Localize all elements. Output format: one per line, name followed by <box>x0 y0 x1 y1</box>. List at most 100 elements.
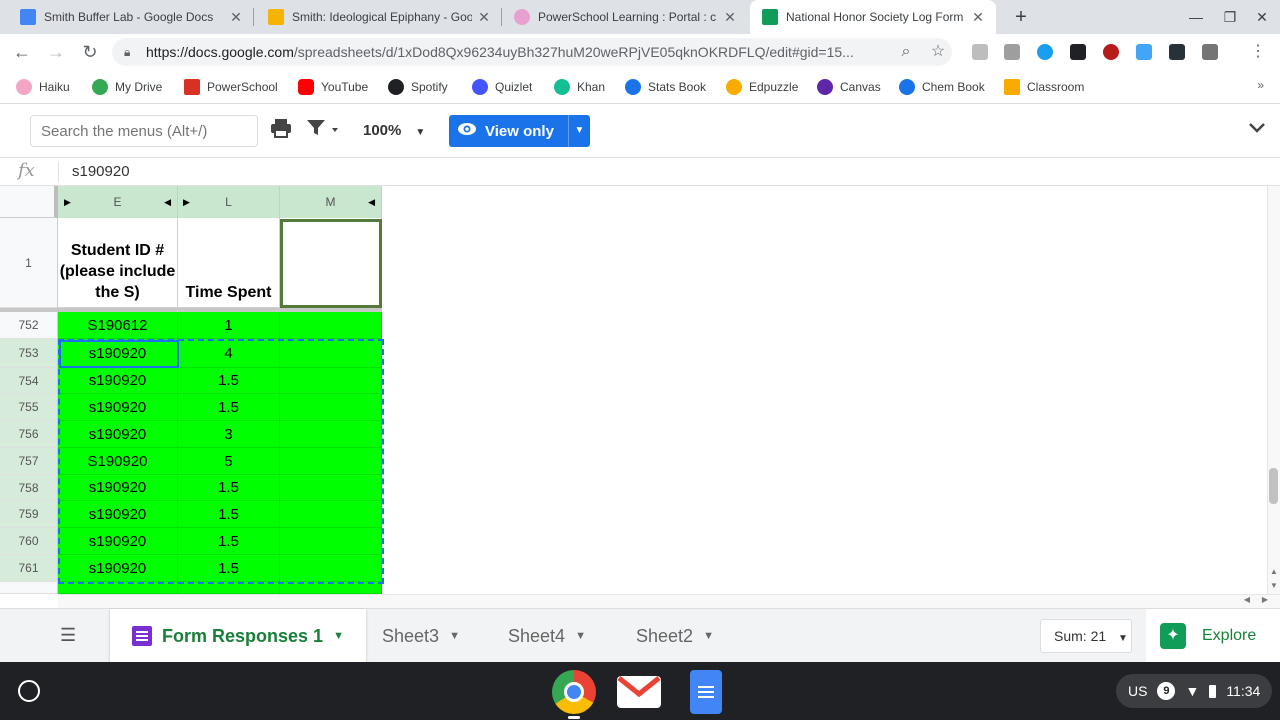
fx-icon: fx <box>18 160 35 181</box>
spreadsheet-grid[interactable]: ▶ E ◀ ▶ L M ◀ 1 Student ID # (please inc… <box>0 186 1267 594</box>
sum-indicator[interactable]: Sum: 21 ▼ <box>1040 619 1132 653</box>
close-icon[interactable]: ✕ <box>722 9 738 26</box>
sheet-tab-sheet4[interactable]: Sheet4 ▼ <box>486 609 608 663</box>
row-header-752[interactable]: 752 <box>0 312 58 339</box>
minimize-icon[interactable]: — <box>1180 0 1212 34</box>
row-header-757[interactable]: 757 <box>0 448 58 475</box>
close-icon[interactable]: ✕ <box>228 9 244 26</box>
print-icon[interactable] <box>270 118 292 144</box>
google-docs-icon[interactable] <box>690 670 722 714</box>
extension-icon[interactable] <box>972 44 988 60</box>
copy-range-marquee <box>58 339 384 584</box>
chevron-down-icon[interactable]: ▼ <box>575 630 586 642</box>
bookmark-haiku[interactable]: Haiku <box>16 78 70 96</box>
bookmark-powerschool[interactable]: PowerSchool <box>184 78 278 96</box>
address-bar[interactable]: 🔒︎ https://docs.google.com /spreadsheets… <box>112 38 952 66</box>
browser-tab-powerschool[interactable]: PowerSchool Learning : Portal : c ✕ <box>502 0 748 34</box>
sheet-tab-form-responses-1[interactable]: Form Responses 1 ▼ <box>110 609 366 663</box>
drive-icon <box>92 79 108 95</box>
bookmark-canvas[interactable]: Canvas <box>817 78 881 96</box>
time-spent-cell[interactable]: 1 <box>178 312 280 339</box>
horizontal-scrollbar[interactable]: ◀ ▶ <box>58 594 1280 608</box>
student-id-cell[interactable]: S190612 <box>58 312 178 339</box>
close-icon[interactable]: ✕ <box>476 9 492 26</box>
sheet-tab-sheet2[interactable]: Sheet2 ▼ <box>614 609 736 663</box>
all-sheets-menu-icon[interactable]: ☰ <box>60 625 76 646</box>
lock-icon: 🔒︎ <box>124 44 131 59</box>
row-header-1[interactable]: 1 <box>0 218 58 308</box>
reload-icon[interactable]: ↻ <box>76 38 104 66</box>
bookmark-chem-book[interactable]: Chem Book <box>899 78 985 96</box>
browser-menu-icon[interactable]: ⋮ <box>1244 38 1272 66</box>
vertical-scrollbar[interactable]: ▲ ▼ <box>1267 186 1280 594</box>
empty-cell[interactable] <box>280 312 382 339</box>
row-header-partial[interactable] <box>0 582 58 594</box>
powerschool-favicon-icon <box>514 9 530 25</box>
chevron-down-icon[interactable]: ▼ <box>568 115 590 147</box>
row-header-755[interactable]: 755 <box>0 394 58 421</box>
close-window-icon[interactable]: ✕ <box>1246 0 1278 34</box>
bookmark-my-drive[interactable]: My Drive <box>92 78 162 96</box>
row-header-756[interactable]: 756 <box>0 421 58 448</box>
bookmark-khan[interactable]: Khan <box>554 78 605 96</box>
extension-g-icon[interactable] <box>1004 44 1020 60</box>
column-header-l[interactable]: ▶ L <box>178 186 280 218</box>
header-cell-time-spent[interactable]: Time Spent <box>178 218 280 308</box>
row-header-753[interactable]: 753 <box>0 339 58 368</box>
sheet-tab-sheet3[interactable]: Sheet3 ▼ <box>360 609 482 663</box>
extension-incognito-icon[interactable] <box>1070 44 1086 60</box>
column-header-e[interactable]: ▶ E ◀ <box>58 186 178 218</box>
zoom-select[interactable]: 100% ▼ <box>363 118 425 144</box>
bookmark-classroom[interactable]: Classroom <box>1004 78 1084 96</box>
bookmark-spotify[interactable]: Spotify <box>388 78 448 96</box>
collapse-chevron-icon[interactable] <box>1248 118 1266 139</box>
back-arrow-icon[interactable]: ← <box>8 38 36 66</box>
launcher-icon[interactable] <box>18 680 40 702</box>
bookmark-edpuzzle[interactable]: Edpuzzle <box>726 78 798 96</box>
bookmark-youtube[interactable]: YouTube <box>298 78 368 96</box>
explore-button[interactable]: ✦ Explore <box>1146 609 1280 663</box>
zoom-magnifier-icon[interactable]: ⌕ <box>892 38 920 66</box>
sheets-toolbar: 100%▼ View only ▼ <box>0 104 1280 158</box>
haiku-icon <box>16 79 32 95</box>
bookmark-quizlet[interactable]: Quizlet <box>472 78 532 96</box>
column-header-m[interactable]: M ◀ <box>280 186 382 218</box>
browser-tab-slides[interactable]: Smith: Ideological Epiphany - Goo ✕ <box>256 0 502 34</box>
chrome-icon[interactable] <box>552 670 596 714</box>
quizlet-icon <box>472 79 488 95</box>
status-tray[interactable]: US 9 ▼ 11:34 <box>1116 674 1272 708</box>
select-all-corner[interactable] <box>0 186 58 218</box>
row-header-760[interactable]: 760 <box>0 528 58 555</box>
forward-arrow-icon[interactable]: → <box>42 38 70 66</box>
extension-lightbulb-icon[interactable] <box>1169 44 1185 60</box>
ublock-icon[interactable] <box>1103 44 1119 60</box>
chevron-down-icon[interactable]: ▼ <box>333 630 344 642</box>
header-cell-student-id[interactable]: Student ID # (please include the S) <box>58 218 178 308</box>
browser-tab-sheets[interactable]: National Honor Society Log Form ✕ <box>750 0 996 34</box>
search-menus-input[interactable] <box>30 115 258 147</box>
vertical-scroll-thumb[interactable] <box>1269 468 1278 504</box>
formula-value[interactable]: s190920 <box>72 163 130 180</box>
browser-tab-docs[interactable]: Smith Buffer Lab - Google Docs ✕ <box>8 0 254 34</box>
profile-avatar-icon[interactable] <box>1202 44 1218 60</box>
bookmark-star-icon[interactable]: ☆ <box>924 38 952 66</box>
filter-icon[interactable] <box>306 118 338 144</box>
row-header-759[interactable]: 759 <box>0 501 58 528</box>
chevron-down-icon: ▼ <box>1118 633 1128 644</box>
row-header-758[interactable]: 758 <box>0 475 58 501</box>
row-header-754[interactable]: 754 <box>0 368 58 394</box>
view-only-button[interactable]: View only ▼ <box>449 115 590 147</box>
close-icon[interactable]: ✕ <box>970 9 986 26</box>
gmail-icon[interactable] <box>617 676 661 708</box>
chevron-down-icon[interactable]: ▼ <box>449 630 460 642</box>
new-tab-button[interactable]: + <box>1008 4 1034 30</box>
row-header-761[interactable]: 761 <box>0 555 58 582</box>
restore-icon[interactable]: ❐ <box>1214 0 1246 34</box>
bookmarks-overflow-icon[interactable]: » <box>1257 78 1264 92</box>
chem-book-icon <box>899 79 915 95</box>
chevron-down-icon[interactable]: ▼ <box>703 630 714 642</box>
bookmark-stats-book[interactable]: Stats Book <box>625 78 706 96</box>
bookmarks-bar: Haiku My Drive PowerSchool YouTube Spoti… <box>0 70 1280 104</box>
extension-download-icon[interactable] <box>1136 44 1152 60</box>
extension-blue-icon[interactable] <box>1037 44 1053 60</box>
